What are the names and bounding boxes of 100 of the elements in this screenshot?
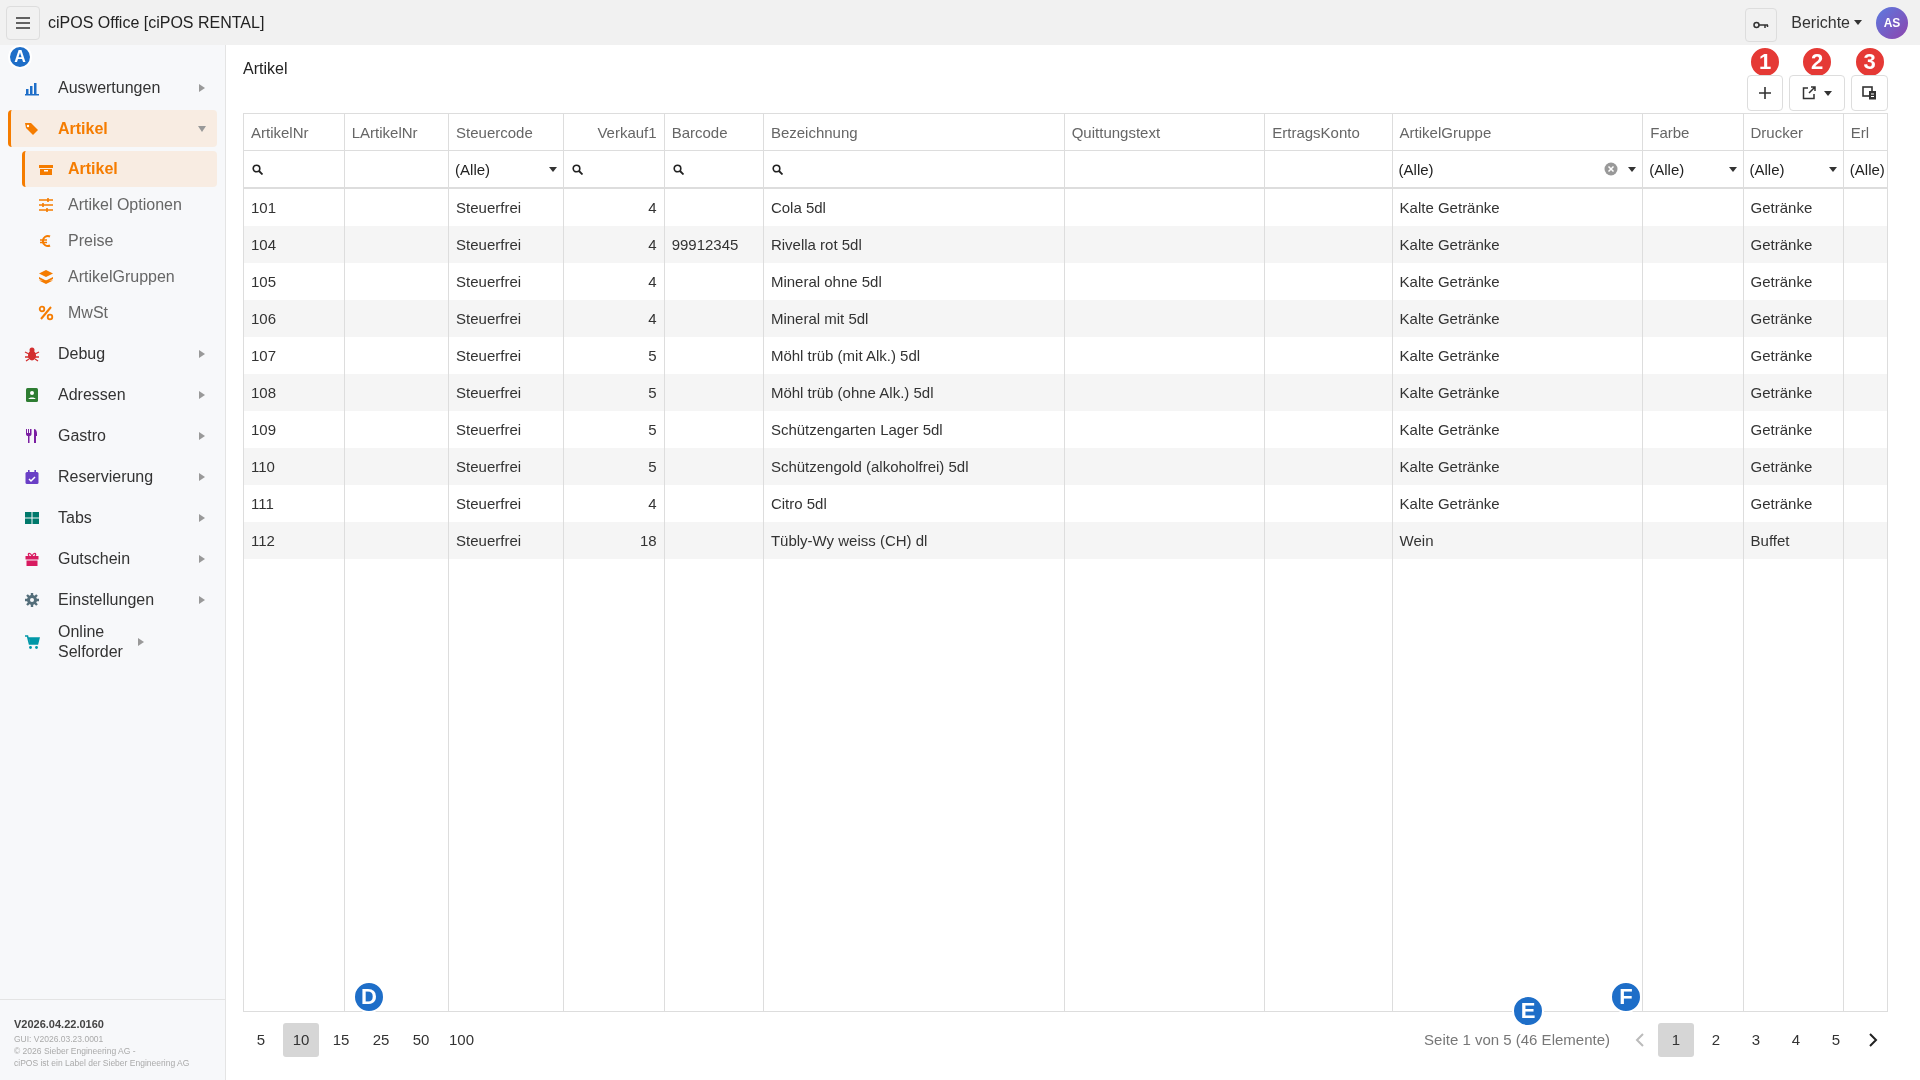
table-cell: Schützengold (alkoholfrei) 5dl (770, 458, 969, 475)
column-header[interactable]: Quittungstext (1064, 114, 1265, 151)
sidebar-item[interactable]: Debug (8, 335, 217, 372)
plus-icon (1759, 87, 1771, 99)
caret-icon (549, 166, 558, 172)
table-cell: 4 (648, 199, 657, 216)
page-number[interactable]: 3 (1738, 1022, 1774, 1057)
sidebar-item-label: Online Selforder (58, 622, 124, 662)
filter-dropdown[interactable]: (Alle) (1849, 157, 1887, 181)
sidebar-item-label: Einstellungen (58, 589, 156, 610)
clear-icon[interactable] (1604, 162, 1619, 176)
key-button[interactable] (1745, 7, 1778, 42)
column-header[interactable]: Bezeichnung (763, 114, 1065, 151)
sidebar-subitem[interactable]: Preise (22, 223, 217, 259)
sidebar-item[interactable]: Gastro (8, 417, 217, 454)
sidebar-subitem[interactable]: Artikel Optionen (22, 187, 217, 223)
table-cell: Steuerfrei (456, 273, 522, 290)
column-header[interactable]: Farbe (1642, 114, 1744, 151)
page-size-option[interactable]: 25 (363, 1022, 399, 1057)
footer-text: © 2026 Sieber Engineering AG - (14, 1046, 137, 1056)
callout-badge: 1 (1749, 46, 1781, 78)
filter-dropdown[interactable]: (Alle) (1649, 157, 1737, 181)
page-size-option[interactable]: 15 (323, 1022, 359, 1057)
table-cell: Getränke (1750, 421, 1813, 438)
sidebar-subitem-label: Artikel (68, 160, 118, 178)
sidebar-item[interactable]: Adressen (8, 376, 217, 413)
callout-badge: E (1512, 995, 1545, 1027)
search-icon (252, 163, 263, 175)
caret-icon (138, 638, 144, 646)
table-cell: Getränke (1750, 310, 1813, 327)
sidebar-item-label: Artikel (58, 118, 109, 139)
caret-icon (199, 83, 205, 92)
sliders-icon (38, 197, 54, 213)
caret-icon (199, 595, 205, 604)
caret-icon (198, 125, 206, 132)
sidebar-subitem[interactable]: MwSt (22, 295, 217, 331)
filter-dropdown[interactable]: (Alle) (1749, 157, 1837, 181)
reports-menu[interactable]: Berichte (1785, 13, 1868, 32)
column-chooser-button[interactable] (1851, 75, 1888, 111)
page-size-option[interactable]: 100 (443, 1022, 481, 1057)
table-cell: Kalte Getränke (1399, 347, 1500, 364)
page-size-option[interactable]: 10 (283, 1022, 319, 1057)
caret-icon (199, 349, 205, 358)
sidebar-item[interactable]: Tabs (8, 499, 217, 536)
table-cell: Steuerfrei (456, 458, 522, 475)
table-cell: 5 (648, 384, 657, 401)
sidebar-item[interactable]: Gutschein (8, 540, 217, 577)
table-cell: Mineral ohne 5dl (770, 273, 882, 290)
filter-dropdown[interactable]: (Alle) (1398, 157, 1637, 181)
column-chooser-icon (1862, 86, 1877, 100)
column-header[interactable]: ErtragsKonto (1264, 114, 1393, 151)
callout-badge: 2 (1801, 46, 1833, 78)
column-header[interactable]: Steuercode (448, 114, 564, 151)
caret-icon (1728, 166, 1737, 172)
caret-icon (199, 513, 205, 522)
page-size-option[interactable]: 50 (403, 1022, 439, 1057)
sidebar-subitem[interactable]: ArtikelGruppen (22, 259, 217, 295)
page-info: Seite 1 von 5 (46 Elemente) (1424, 1031, 1610, 1048)
column-header[interactable]: Verkauf1 (563, 114, 665, 151)
chevron-right-icon (1868, 1032, 1878, 1047)
add-button[interactable] (1747, 75, 1783, 111)
table-cell: Möhl trüb (mit Alk.) 5dl (770, 347, 921, 364)
table-cell: Kalte Getränke (1399, 384, 1500, 401)
chevron-left-icon (1634, 1032, 1644, 1047)
column-header[interactable]: ArtikelNr (244, 114, 345, 151)
table-cell: Steuerfrei (456, 495, 522, 512)
table-cell: Citro 5dl (770, 495, 827, 512)
column-header[interactable]: Barcode (664, 114, 764, 151)
table-cell: 109 (251, 421, 277, 438)
sidebar-item-label: Debug (58, 343, 107, 364)
column-header[interactable]: Erl (1843, 114, 1887, 151)
page-number[interactable]: 2 (1698, 1022, 1734, 1057)
sidebar-item[interactable]: Online Selforder (8, 622, 217, 662)
table-cell: 4 (648, 310, 657, 327)
table-cell: Wein (1399, 532, 1434, 549)
table-cell: 5 (648, 421, 657, 438)
export-button[interactable] (1789, 75, 1845, 111)
sidebar-subitem-label: MwSt (68, 304, 108, 322)
table-cell: 105 (251, 273, 277, 290)
sidebar-item[interactable]: Einstellungen (8, 581, 217, 618)
footer-text: ciPOS ist ein Label der Sieber Engineering AG (14, 1058, 191, 1068)
table-cell: 107 (251, 347, 277, 364)
sidebar-item[interactable]: Auswertungen (8, 69, 217, 106)
sidebar-item[interactable]: Reservierung (8, 458, 217, 495)
column-header[interactable]: LArtikelNr (344, 114, 449, 151)
table-cell: Mineral mit 5dl (770, 310, 869, 327)
menu-button[interactable] (6, 5, 40, 40)
page-number[interactable]: 1 (1658, 1022, 1694, 1057)
table-cell: Steuerfrei (456, 532, 522, 549)
page-size-option[interactable]: 5 (243, 1022, 279, 1057)
table-cell: Kalte Getränke (1399, 199, 1500, 216)
user-avatar[interactable]: AS (1876, 6, 1908, 39)
column-header[interactable]: ArtikelGruppe (1392, 114, 1643, 151)
page-number[interactable]: 5 (1818, 1022, 1854, 1057)
menu-icon (15, 15, 31, 30)
filter-dropdown[interactable]: (Alle) (455, 157, 558, 181)
table-cell: Cola 5dl (770, 199, 826, 216)
page-number[interactable]: 4 (1778, 1022, 1814, 1057)
column-header[interactable]: Drucker (1743, 114, 1844, 151)
table-cell: Schützengarten Lager 5dl (770, 421, 943, 438)
